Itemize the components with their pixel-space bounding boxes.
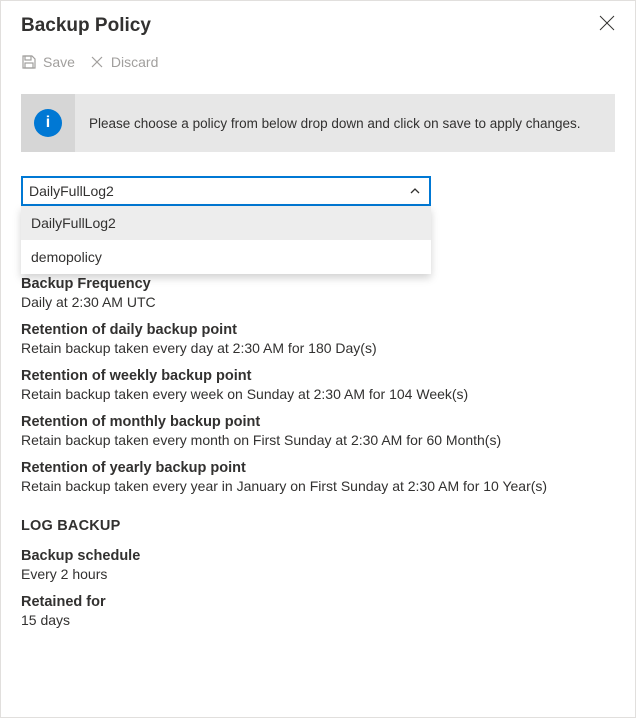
panel-header: Backup Policy [1, 1, 635, 46]
info-icon: i [34, 109, 62, 137]
close-icon [599, 15, 615, 31]
backup-frequency-value: Daily at 2:30 AM UTC [21, 294, 615, 310]
info-icon-box: i [21, 94, 75, 152]
log-backup-heading: LOG BACKUP [21, 518, 615, 534]
info-message: Please choose a policy from below drop d… [89, 116, 581, 131]
log-schedule-label: Backup schedule [21, 548, 615, 564]
yearly-retention-value: Retain backup taken every year in Januar… [21, 478, 615, 494]
policy-dropdown[interactable]: DailyFullLog2 [21, 176, 431, 206]
toolbar: Save Discard [1, 46, 635, 80]
monthly-retention-label: Retention of monthly backup point [21, 414, 615, 430]
policy-dropdown-list: DailyFullLog2 demopolicy [21, 206, 431, 274]
daily-retention-value: Retain backup taken every day at 2:30 AM… [21, 340, 615, 356]
monthly-retention-value: Retain backup taken every month on First… [21, 432, 615, 448]
weekly-retention-value: Retain backup taken every week on Sunday… [21, 386, 615, 402]
page-title: Backup Policy [21, 15, 151, 37]
save-label: Save [43, 54, 75, 70]
save-button[interactable]: Save [21, 54, 75, 70]
backup-policy-panel: Backup Policy Save Discard i Please choo… [0, 0, 636, 718]
daily-retention-label: Retention of daily backup point [21, 322, 615, 338]
yearly-retention-label: Retention of yearly backup point [21, 460, 615, 476]
log-retained-label: Retained for [21, 594, 615, 610]
discard-icon [89, 54, 105, 70]
policy-dropdown-wrap: DailyFullLog2 DailyFullLog2 demopolicy [21, 176, 431, 206]
policy-dropdown-selected: DailyFullLog2 [29, 183, 114, 199]
info-bar: i Please choose a policy from below drop… [21, 94, 615, 152]
log-schedule-value: Every 2 hours [21, 566, 615, 582]
content-area: i Please choose a policy from below drop… [1, 80, 635, 648]
chevron-up-icon [409, 185, 421, 197]
log-retained-value: 15 days [21, 612, 615, 628]
policy-option[interactable]: demopolicy [21, 240, 431, 274]
close-button[interactable] [595, 11, 619, 40]
weekly-retention-label: Retention of weekly backup point [21, 368, 615, 384]
discard-button[interactable]: Discard [89, 54, 158, 70]
backup-frequency-label: Backup Frequency [21, 276, 615, 292]
save-icon [21, 54, 37, 70]
policy-option[interactable]: DailyFullLog2 [21, 206, 431, 240]
discard-label: Discard [111, 54, 158, 70]
